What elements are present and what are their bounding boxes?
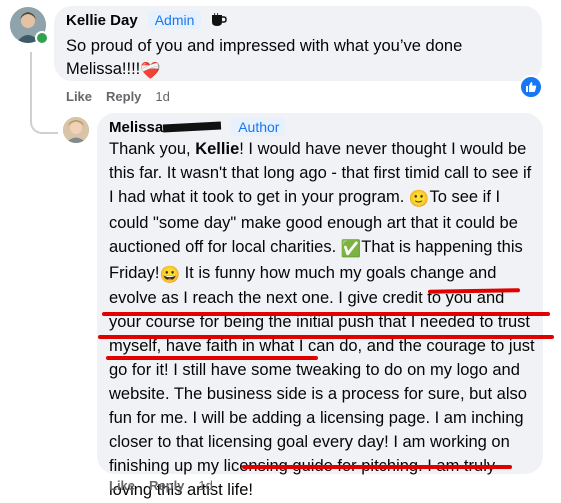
melissa-avatar[interactable]: [63, 117, 89, 143]
coffee-icon: [211, 12, 228, 27]
comment-header-melissa: Melissa Author: [109, 118, 287, 136]
mending-heart-emoji: ❤️‍🩹: [140, 62, 161, 80]
smile-emoji: 🙂: [408, 189, 430, 208]
admin-badge: Admin: [147, 11, 202, 29]
author-badge: Author: [231, 118, 287, 136]
thumbs-up-icon[interactable]: [519, 75, 543, 99]
text-segment: It is funny how much my goals change and…: [109, 263, 535, 499]
reply-button[interactable]: Reply: [106, 89, 141, 104]
redaction-mark: [163, 121, 222, 133]
comment-text-kellie-body: So proud of you and impressed with what …: [66, 37, 463, 78]
comment-actions-kellie: Like Reply 1d: [66, 89, 170, 104]
text-segment: Thank you,: [109, 140, 196, 158]
check-mark-emoji: ✅: [340, 239, 362, 258]
highlight-underline: [98, 335, 554, 339]
mention-kellie[interactable]: Kellie: [195, 140, 239, 158]
comment-text-kellie: So proud of you and impressed with what …: [66, 35, 526, 83]
like-button[interactable]: Like: [66, 89, 92, 104]
comment-header-kellie: Kellie Day Admin: [66, 11, 228, 29]
online-status-dot: [35, 31, 49, 45]
highlight-underline: [106, 356, 318, 360]
timestamp[interactable]: 1d: [155, 89, 169, 104]
author-name-kellie[interactable]: Kellie Day: [66, 12, 138, 29]
comment-text-melissa: Thank you, Kellie! I would have never th…: [109, 138, 539, 503]
author-name-melissa[interactable]: Melissa: [109, 119, 163, 136]
highlight-underline: [102, 312, 550, 316]
grin-emoji: 😀: [159, 265, 180, 284]
highlight-underline: [242, 465, 512, 469]
